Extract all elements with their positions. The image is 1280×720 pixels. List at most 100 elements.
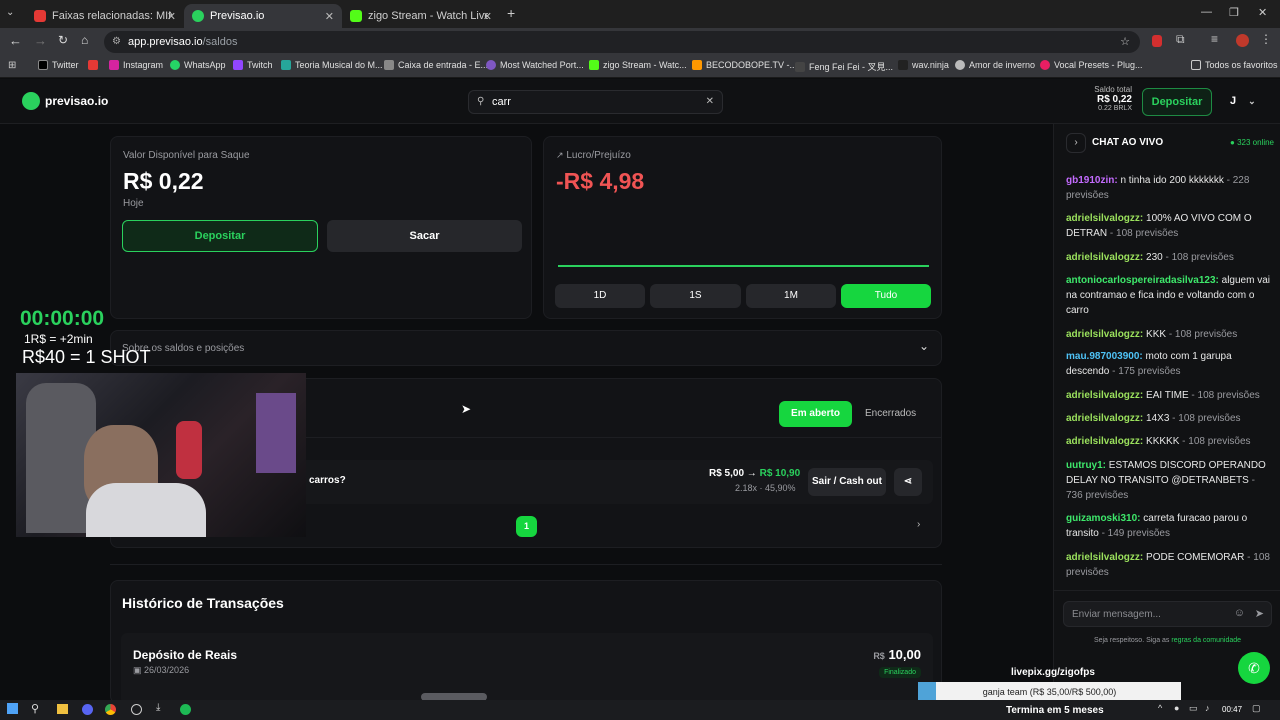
extension-icon[interactable] [1152, 35, 1162, 47]
range-1s-button[interactable]: 1S [650, 284, 741, 308]
home-icon[interactable]: ⌂ [81, 33, 88, 47]
new-tab-icon[interactable]: + [507, 5, 515, 21]
status-badge: Finalizado [879, 667, 921, 678]
chrome-icon[interactable] [105, 704, 116, 715]
header-deposit-button[interactable]: Depositar [1142, 88, 1212, 116]
tab-zigo[interactable]: zigo Stream - Watch Live on Ki ✕ [342, 4, 500, 28]
chat-message-input[interactable]: Enviar mensagem... ☺ ➤ [1063, 601, 1272, 627]
bookmark-wavninja[interactable]: wav.ninja [898, 60, 949, 70]
send-icon[interactable]: ➤ [1255, 607, 1264, 620]
x-icon [38, 60, 48, 70]
close-tab-icon[interactable]: ✕ [483, 10, 492, 23]
whatsapp-support-icon[interactable]: ✆ [1238, 652, 1270, 684]
app-icon[interactable] [131, 704, 142, 715]
logo-icon [22, 92, 40, 110]
user-menu[interactable]: J ⌄ [1230, 95, 1256, 107]
close-tab-icon[interactable]: ✕ [325, 10, 334, 23]
bookmark-youtube[interactable] [88, 60, 102, 70]
emoji-icon[interactable]: ☺ [1234, 607, 1245, 619]
share-icon[interactable]: ⋖ [894, 468, 922, 496]
webcam-feed [16, 373, 306, 537]
search-icon[interactable]: ⚲ [31, 702, 39, 715]
bookmark-fengfeifei[interactable]: Feng Fei Fei - 叉見... [795, 60, 893, 73]
back-icon[interactable]: ← [9, 33, 22, 48]
tab-previsao[interactable]: Previsao.io ✕ [184, 4, 342, 28]
logo[interactable]: previsao.io [22, 92, 108, 110]
spotify-icon[interactable] [180, 704, 191, 715]
file-explorer-icon[interactable] [57, 704, 68, 714]
youtube-icon [88, 60, 98, 70]
reload-icon[interactable]: ↻ [58, 33, 68, 47]
bookmarks-bar: ⊞ Twitter Instagram WhatsApp Twitch Teor… [0, 56, 1280, 78]
pnl-label: ↗ Lucro/Prejuízo [556, 150, 631, 161]
network-icon[interactable]: ▭ [1189, 703, 1198, 714]
tray-chevron-icon[interactable]: ^ [1158, 703, 1162, 713]
search-input[interactable]: ⚲ carr ✕ [468, 90, 723, 114]
close-window-icon[interactable]: ✕ [1258, 6, 1267, 19]
page-1-button[interactable]: 1 [516, 516, 537, 537]
windows-taskbar: ⚲ ⤓ Termina em 5 meses ^ ● ▭ ♪ 00:47 ▢ [0, 700, 1280, 720]
url-field[interactable]: ⚙ app.previsao.io/saldos ☆ [104, 31, 1140, 53]
chat-title: CHAT AO VIVO [1092, 137, 1164, 148]
close-tab-icon[interactable]: ✕ [167, 10, 176, 23]
mic-icon[interactable]: ● [1174, 703, 1179, 713]
chevron-down-icon: ⌄ [918, 339, 929, 353]
tab-open-positions[interactable]: Em aberto [779, 401, 852, 427]
address-bar: ← → ↻ ⌂ ⚙ app.previsao.io/saldos ☆ ⧉ ≡ ⋮ [0, 28, 1280, 56]
about-balances-accordion[interactable]: Sobre os saldos e posições ⌄ [110, 330, 942, 366]
clear-search-icon[interactable]: ✕ [706, 91, 714, 113]
all-favorites[interactable]: Todos os favoritos [1191, 60, 1278, 70]
twitch-icon [233, 60, 243, 70]
trend-icon: ↗ [556, 150, 564, 160]
range-all-button[interactable]: Tudo [841, 284, 931, 308]
cashout-button[interactable]: Sair / Cash out [808, 468, 886, 496]
profile-avatar[interactable] [1236, 34, 1249, 47]
bookmark-twitter[interactable]: Twitter [38, 60, 79, 70]
site-icon [795, 61, 805, 72]
bookmark-most-watched[interactable]: Most Watched Port... [486, 60, 584, 70]
start-menu-icon[interactable] [7, 703, 18, 714]
transaction-row[interactable]: Depósito de Reais ▣ 26/03/2026 R$ 10,00 … [121, 633, 933, 705]
minimize-icon[interactable]: — [1201, 6, 1212, 18]
deposit-button[interactable]: Depositar [122, 220, 318, 252]
tab-faixas[interactable]: Faixas relacionadas: MINA PERVE ✕ [26, 4, 184, 28]
next-page-icon[interactable]: › [917, 519, 920, 530]
forward-icon[interactable]: → [34, 33, 47, 48]
range-1m-button[interactable]: 1M [746, 284, 836, 308]
site-icon [486, 60, 496, 70]
livepix-link: livepix.gg/zigofps [1011, 667, 1095, 678]
tab-search-icon[interactable]: ⌄ [6, 7, 14, 18]
bookmark-instagram[interactable]: Instagram [109, 60, 163, 70]
site-icon [692, 60, 702, 70]
bookmark-zigo[interactable]: zigo Stream - Watc... [589, 60, 687, 70]
online-count: ● 323 online [1230, 138, 1274, 147]
chat-messages: gb1910zin: n tinha ido 200 kkkkkkk - 228… [1054, 162, 1280, 622]
site-info-icon[interactable]: ⚙ [112, 31, 121, 53]
withdraw-button[interactable]: Sacar [327, 220, 522, 252]
collapse-chat-icon[interactable]: › [1066, 133, 1086, 153]
discord-icon[interactable] [82, 704, 93, 715]
restore-icon[interactable]: ❐ [1229, 6, 1239, 19]
bookmark-vocal[interactable]: Vocal Presets - Plug... [1040, 60, 1143, 70]
tab-closed-positions[interactable]: Encerrados [865, 408, 916, 419]
bookmark-becodobope[interactable]: BECODOBOPE.TV -... [692, 60, 797, 70]
community-rules-link[interactable]: regras da comunidade [1171, 637, 1241, 644]
bookmark-amor[interactable]: Amor de inverno [955, 60, 1035, 70]
extensions-puzzle-icon[interactable]: ⧉ [1176, 32, 1185, 47]
chat-message: adrielsilvalogzz: 100% AO VIVO COM O DET… [1066, 213, 1252, 239]
notifications-icon[interactable]: ▢ [1252, 703, 1261, 714]
bookmark-teoria[interactable]: Teoria Musical do M... [281, 60, 383, 70]
browser-menu-icon[interactable]: ⋮ [1260, 32, 1272, 46]
bookmark-email[interactable]: Caixa de entrada - E... [384, 60, 488, 70]
bookmark-twitch[interactable]: Twitch [233, 60, 273, 70]
volume-icon[interactable]: ♪ [1205, 703, 1210, 713]
divider [110, 564, 942, 565]
bookmark-whatsapp[interactable]: WhatsApp [170, 60, 226, 70]
pnl-line-chart [558, 265, 929, 267]
media-control-icon[interactable]: ≡ [1211, 32, 1218, 46]
bookmark-star-icon[interactable]: ☆ [1120, 31, 1130, 53]
download-icon[interactable]: ⤓ [156, 702, 160, 713]
instagram-icon [109, 60, 119, 70]
apps-grid-icon[interactable]: ⊞ [8, 60, 16, 71]
range-1d-button[interactable]: 1D [555, 284, 645, 308]
